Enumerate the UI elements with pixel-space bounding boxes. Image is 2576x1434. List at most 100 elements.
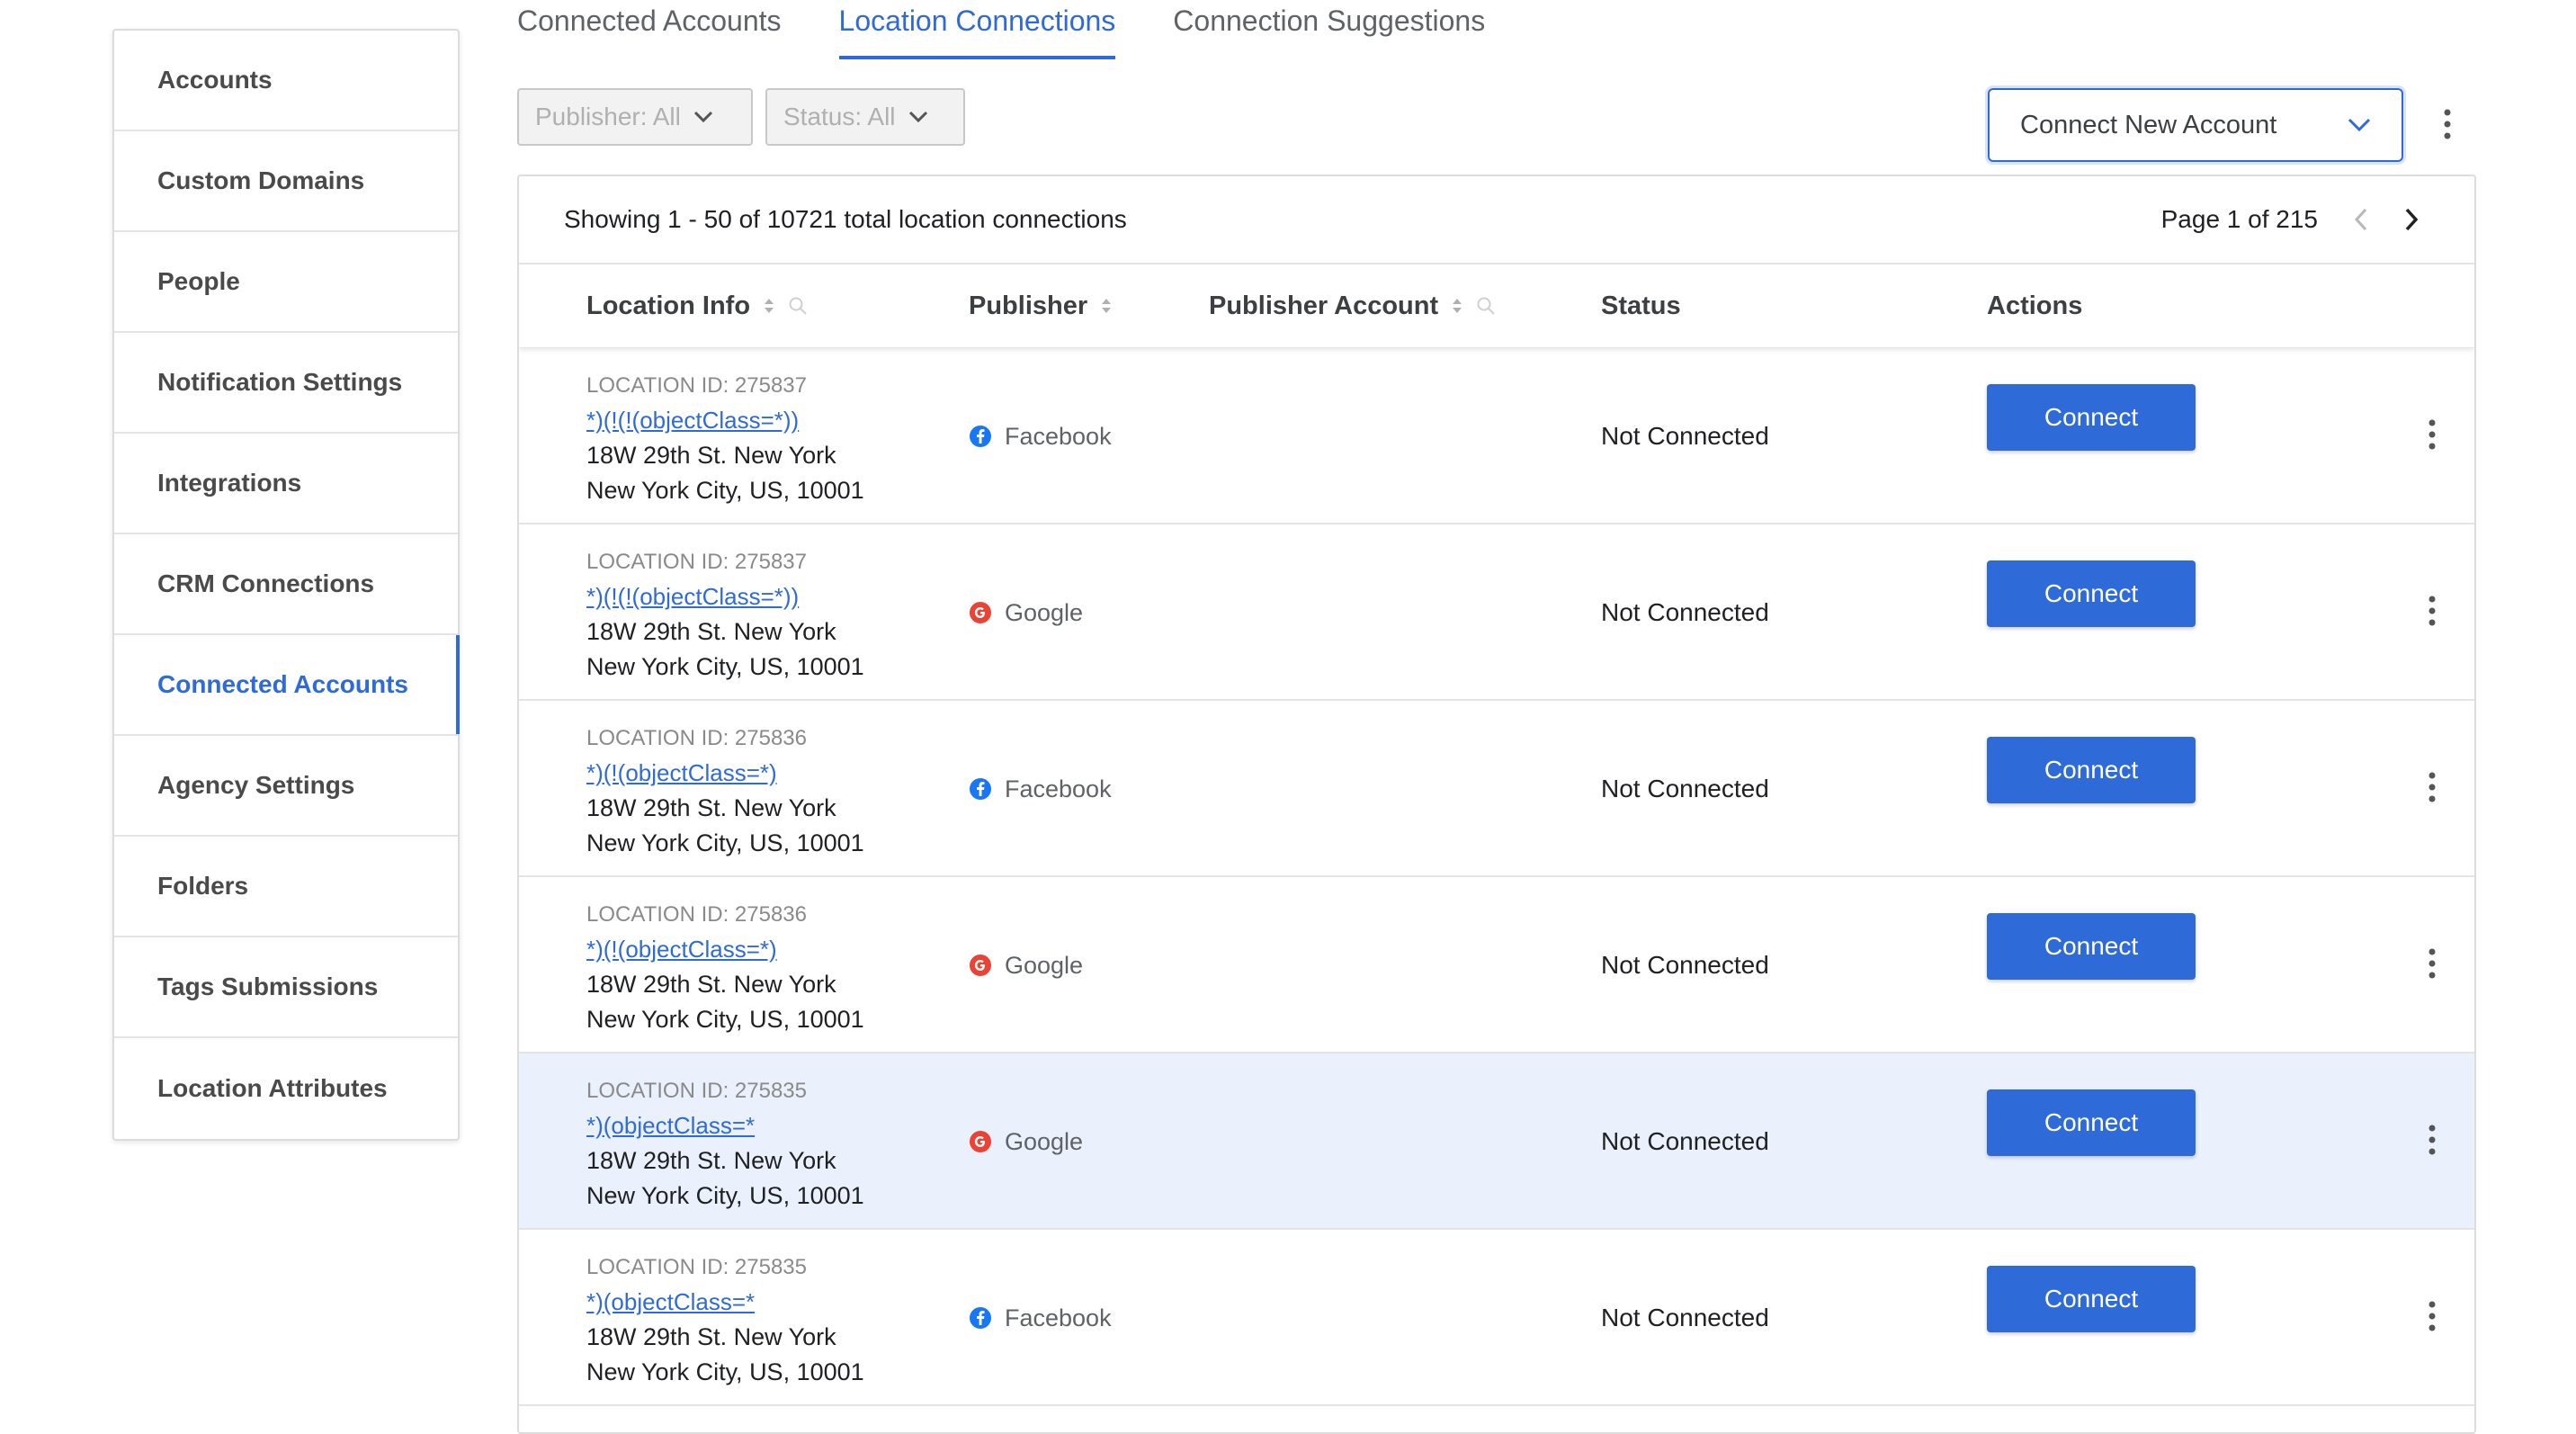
sort-icon[interactable] <box>763 296 775 316</box>
connect-button[interactable]: Connect <box>1987 1089 2196 1156</box>
sort-icon[interactable] <box>1451 296 1463 316</box>
publisher-cell: Facebook <box>969 701 1112 877</box>
connect-button[interactable]: Connect <box>1987 913 2196 980</box>
location-address-line2: New York City, US, 10001 <box>586 653 864 680</box>
table-summary-bar: Showing 1 - 50 of 10721 total location c… <box>519 176 2474 264</box>
results-summary: Showing 1 - 50 of 10721 total location c… <box>564 205 1127 233</box>
location-name-link[interactable]: *)(!(objectClass=*) <box>586 932 864 967</box>
column-location-info-label: Location Info <box>586 291 751 320</box>
more-options-icon[interactable] <box>2434 106 2461 142</box>
publisher-name: Facebook <box>1005 422 1112 450</box>
status-filter-dropdown[interactable]: Status: All <box>765 88 965 146</box>
sidebar-item-crm-connections[interactable]: CRM Connections <box>114 534 458 635</box>
publisher-cell: Google <box>969 877 1083 1053</box>
location-id: LOCATION ID: 275836 <box>586 726 807 750</box>
location-id: LOCATION ID: 275835 <box>586 1255 807 1279</box>
location-name-link[interactable]: *)(!(!(objectClass=*)) <box>586 403 864 438</box>
location-info-cell: LOCATION ID: 275836 *)(!(objectClass=*) … <box>586 897 864 1037</box>
column-publisher-label: Publisher <box>969 291 1088 320</box>
sidebar-item-integrations[interactable]: Integrations <box>114 434 458 534</box>
connect-new-account-dropdown[interactable]: Connect New Account <box>1988 88 2403 162</box>
more-options-icon[interactable] <box>2419 417 2446 453</box>
publisher-cell: Facebook <box>969 1230 1112 1406</box>
publisher-cell: Google <box>969 524 1083 701</box>
sidebar-item-location-attributes[interactable]: Location Attributes <box>114 1038 458 1139</box>
sidebar-item-agency-settings[interactable]: Agency Settings <box>114 736 458 837</box>
connect-button[interactable]: Connect <box>1987 737 2196 803</box>
more-options-icon[interactable] <box>2419 1298 2446 1334</box>
location-id: LOCATION ID: 275837 <box>586 373 807 398</box>
connect-button[interactable]: Connect <box>1987 384 2196 451</box>
publisher-name: Google <box>1005 598 1084 626</box>
location-name-link[interactable]: *)(objectClass=* <box>586 1108 864 1143</box>
sidebar-item-folders[interactable]: Folders <box>114 837 458 937</box>
location-address-line1: 18W 29th St. New York <box>586 442 836 469</box>
column-actions-label: Actions <box>1987 291 2083 320</box>
connection-status: Not Connected <box>1601 1304 1769 1331</box>
connection-status: Not Connected <box>1601 422 1769 450</box>
location-address-line2: New York City, US, 10001 <box>586 829 864 856</box>
google-icon <box>970 602 991 623</box>
table-row: LOCATION ID: 275835 *)(objectClass=* 18W… <box>519 1053 2474 1230</box>
column-publisher-account[interactable]: Publisher Account <box>1209 264 1496 347</box>
location-address-line1: 18W 29th St. New York <box>586 618 836 645</box>
sidebar-item-accounts[interactable]: Accounts <box>114 31 458 131</box>
chevron-down-icon <box>693 111 712 123</box>
location-address-line2: New York City, US, 10001 <box>586 1358 864 1385</box>
location-name-link[interactable]: *)(!(!(objectClass=*)) <box>586 579 864 614</box>
connect-button[interactable]: Connect <box>1987 1266 2196 1332</box>
settings-sidebar: Accounts Custom Domains People Notificat… <box>112 29 460 1141</box>
more-options-icon[interactable] <box>2419 946 2446 981</box>
location-address-line1: 18W 29th St. New York <box>586 794 836 821</box>
search-icon[interactable] <box>788 296 808 316</box>
publisher-name: Google <box>1005 1127 1084 1155</box>
facebook-icon <box>970 1307 991 1329</box>
column-location-info[interactable]: Location Info <box>586 264 808 347</box>
location-info-cell: LOCATION ID: 275837 *)(!(!(objectClass=*… <box>586 368 864 508</box>
publisher-name: Google <box>1005 951 1084 979</box>
column-status-label: Status <box>1601 291 1681 320</box>
page-indicator: Page 1 of 215 <box>2160 205 2318 233</box>
location-info-cell: LOCATION ID: 275836 *)(!(objectClass=*) … <box>586 721 864 861</box>
sidebar-item-tags-submissions[interactable]: Tags Submissions <box>114 937 458 1038</box>
publisher-filter-dropdown[interactable]: Publisher: All <box>517 88 753 146</box>
tab-location-connections[interactable]: Location Connections <box>838 0 1116 59</box>
chevron-left-icon[interactable] <box>2354 208 2368 231</box>
sidebar-item-people[interactable]: People <box>114 232 458 333</box>
more-options-icon[interactable] <box>2419 769 2446 805</box>
location-address-line1: 18W 29th St. New York <box>586 971 836 998</box>
google-icon <box>970 955 991 976</box>
location-address-line1: 18W 29th St. New York <box>586 1323 836 1350</box>
more-options-icon[interactable] <box>2419 593 2446 629</box>
column-actions: Actions <box>1987 264 2082 347</box>
google-icon <box>970 1131 991 1152</box>
search-icon[interactable] <box>1476 296 1496 316</box>
location-address-line2: New York City, US, 10001 <box>586 1182 864 1209</box>
location-name-link[interactable]: *)(objectClass=* <box>586 1285 864 1320</box>
connect-button[interactable]: Connect <box>1987 560 2196 627</box>
publisher-filter-label: Publisher: All <box>535 103 681 130</box>
sidebar-item-custom-domains[interactable]: Custom Domains <box>114 131 458 232</box>
location-id: LOCATION ID: 275835 <box>586 1079 807 1103</box>
table-row: LOCATION ID: 275836 *)(!(objectClass=*) … <box>519 701 2474 877</box>
tab-bar: Connected Accounts Location Connections … <box>517 0 1543 61</box>
tab-connected-accounts[interactable]: Connected Accounts <box>517 0 782 59</box>
location-id: LOCATION ID: 275836 <box>586 902 807 927</box>
sidebar-item-notification-settings[interactable]: Notification Settings <box>114 333 458 434</box>
column-publisher[interactable]: Publisher <box>969 264 1113 347</box>
chevron-right-icon[interactable] <box>2404 208 2419 231</box>
connection-status: Not Connected <box>1601 775 1769 802</box>
table-header: Location Info Publisher Publisher Accoun… <box>519 264 2474 348</box>
table-row: LOCATION ID: 275837 *)(!(!(objectClass=*… <box>519 524 2474 701</box>
location-info-cell: LOCATION ID: 275835 *)(objectClass=* 18W… <box>586 1073 864 1214</box>
sort-icon[interactable] <box>1100 296 1113 316</box>
more-options-icon[interactable] <box>2419 1122 2446 1158</box>
sidebar-item-connected-accounts[interactable]: Connected Accounts <box>114 635 460 736</box>
location-info-cell: LOCATION ID: 275837 *)(!(!(objectClass=*… <box>586 544 864 685</box>
column-publisher-account-label: Publisher Account <box>1209 291 1439 320</box>
publisher-cell: Facebook <box>969 348 1112 524</box>
tab-connection-suggestions[interactable]: Connection Suggestions <box>1173 0 1485 59</box>
publisher-name: Facebook <box>1005 775 1112 802</box>
status-filter-label: Status: All <box>783 103 896 130</box>
location-name-link[interactable]: *)(!(objectClass=*) <box>586 756 864 791</box>
